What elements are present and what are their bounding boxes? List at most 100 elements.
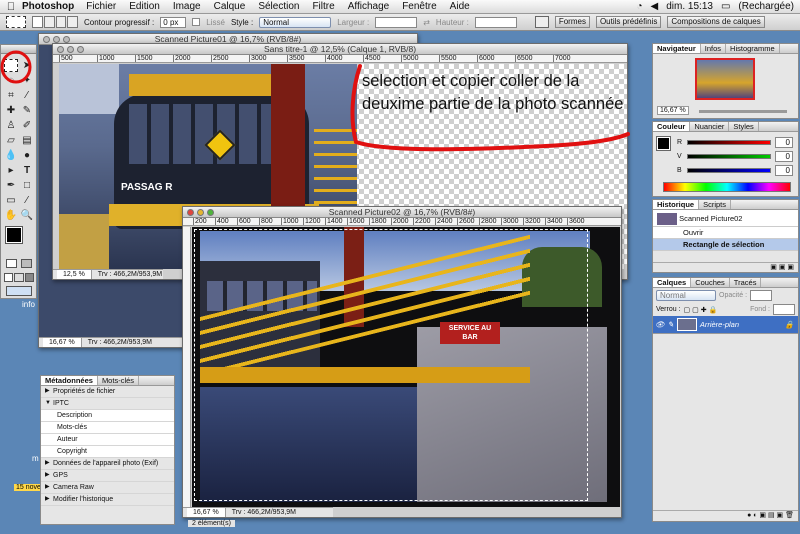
minimize-button[interactable] [67,46,74,53]
eraser-tool-icon[interactable]: ▱ [4,134,18,147]
tab-styles[interactable]: Styles [729,122,759,131]
window-titlebar[interactable]: Scanned Picture02 @ 16,7% (RVB/8#) [183,207,621,218]
feather-input[interactable]: 0 px [160,16,187,28]
history-item-rectangle[interactable]: Rectangle de sélection [653,239,798,251]
selection-mode-icons[interactable] [32,16,78,28]
meta-row-copyright[interactable]: Copyright [41,446,174,458]
eye-icon[interactable]: 👁 [655,320,665,329]
app-menu[interactable]: Photoshop [22,1,74,12]
history-footer-buttons[interactable]: ▣ ▣ ▣ [653,262,798,272]
jump-to-imageready-icon[interactable] [6,286,32,296]
meta-row-keywords[interactable]: Mots-clés [41,422,174,434]
style-select[interactable]: Normal [259,16,332,28]
meta-row-gps[interactable]: ▶ GPS [41,470,174,482]
tab-historique[interactable]: Historique [653,200,700,209]
layer-row-background[interactable]: 👁 ✎ Arrière-plan 🔒 [653,316,798,334]
opacity-input[interactable] [750,290,773,301]
tab-couches[interactable]: Couches [691,278,730,287]
menu-fenetre[interactable]: Fenêtre [402,1,436,12]
blend-mode-select[interactable]: Normal [656,290,716,301]
tab-scripts[interactable]: Scripts [699,200,732,209]
dodge-tool-icon[interactable]: ● [20,149,34,162]
close-button[interactable] [57,46,64,53]
slider-r[interactable] [687,140,771,145]
slider-v[interactable] [687,154,771,159]
gradient-tool-icon[interactable]: ▤ [20,134,34,147]
blur-tool-icon[interactable]: 💧 [4,149,18,162]
meta-row-exif[interactable]: ▶ Données de l'appareil photo (Exif) [41,458,174,470]
zoom-button[interactable] [207,209,214,216]
meta-row-file-props[interactable]: ▶ Propriétés de fichier [41,386,174,398]
scratch-info-sans-titre[interactable]: Trv : 466,2M/953,9M [98,270,162,279]
pen-tool-icon[interactable]: ✒ [4,179,18,192]
width-input[interactable] [375,16,418,28]
tab-couleur[interactable]: Couleur [653,122,691,131]
input-v[interactable]: 0 [775,151,793,162]
fill-input[interactable] [773,304,795,315]
menu-calque[interactable]: Calque [214,1,246,12]
tab-traces[interactable]: Tracés [730,278,762,287]
zoom-field-01[interactable]: 16,67 % [43,338,82,347]
apple-icon[interactable]:  [0,1,22,13]
well-tab-compositions[interactable]: Compositions de calques [667,16,765,28]
menu-fichier[interactable]: Fichier [86,1,116,12]
tab-calques[interactable]: Calques [653,278,692,287]
quickmask-icon[interactable] [6,259,17,268]
path-selection-icon[interactable]: ▸ [4,164,18,177]
image-canvas-02[interactable]: SERVICE AU BAR [192,227,620,507]
color-spectrum[interactable] [663,182,791,192]
menu-filtre[interactable]: Filtre [312,1,334,12]
slice-tool-icon[interactable]: ⁄ [20,89,34,102]
well-tab-outils-predefinis[interactable]: Outils prédéfinis [595,16,662,28]
battery-icon[interactable]: ▭ [721,1,730,12]
tab-mots-cles[interactable]: Mots-clés [98,376,140,385]
zoom-field-sans-titre[interactable]: 12,5 % [57,270,92,279]
well-tab-formes[interactable]: Formes [554,16,590,28]
scratch-info-02[interactable]: Trv : 466,2M/953,9M [232,508,296,517]
type-tool-icon[interactable]: T [20,164,34,177]
shape-tool-icon[interactable]: □ [20,179,34,192]
lock-icons[interactable]: ▢▢✚🔒 [684,306,720,314]
zoom-button[interactable] [77,46,84,53]
navigator-zoom-slider[interactable] [699,110,787,113]
stamp-tool-icon[interactable]: ♙ [4,119,18,132]
vertical-ruler[interactable] [183,227,191,507]
notes-tool-icon[interactable]: ▭ [4,194,18,207]
scratch-info-01[interactable]: Trv : 466,2M/953,9M [88,338,152,347]
menu-aide[interactable]: Aide [450,1,470,12]
minimize-button[interactable] [197,209,204,216]
zoom-field-02[interactable]: 16,67 % [187,508,226,517]
close-button[interactable] [187,209,194,216]
minimize-button[interactable] [53,36,60,43]
swap-icon[interactable]: ⇄ [423,18,430,27]
file-browser-icon[interactable] [534,16,549,28]
zoom-tool-icon[interactable]: 🔍 [20,209,34,222]
height-input[interactable] [474,16,517,28]
hand-tool-icon[interactable]: ✋ [4,209,18,222]
tab-metadonnees[interactable]: Métadonnées [41,376,98,385]
meta-row-description[interactable]: Description [41,410,174,422]
meta-row-iptc[interactable]: ▼ IPTC [41,398,174,410]
input-b[interactable]: 0 [775,165,793,176]
menu-affichage[interactable]: Affichage [348,1,390,12]
foreground-color-swatch[interactable] [5,226,23,244]
wifi-icon[interactable]: ◔ [637,1,643,12]
zoom-button[interactable] [63,36,70,43]
history-brush-icon[interactable]: ✐ [20,119,34,132]
screen-mode-icons[interactable] [4,273,34,282]
meta-row-camera-raw[interactable]: ▶ Camera Raw [41,482,174,494]
tab-infos[interactable]: Infos [701,44,727,53]
antialias-checkbox[interactable] [192,18,201,26]
navigator-thumbnail[interactable] [695,58,755,100]
navigator-zoom[interactable]: 16,67 % [657,106,689,115]
volume-icon[interactable]: ◀ [651,1,659,12]
brush-link-icon[interactable]: ✎ [668,320,674,329]
healing-brush-icon[interactable]: ✚ [4,104,18,117]
quickmask-on-icon[interactable] [21,259,32,268]
history-snapshot[interactable]: Scanned Picture02 [653,210,798,227]
layer-name[interactable]: Arrière-plan [700,320,739,329]
meta-row-history[interactable]: ▶ Modifier l'historique [41,494,174,506]
color-fg-swatch[interactable] [656,136,671,151]
window-titlebar[interactable]: Sans titre-1 @ 12,5% (Calque 1, RVB/8) [53,44,627,55]
crop-tool-icon[interactable]: ⌗ [4,89,18,102]
